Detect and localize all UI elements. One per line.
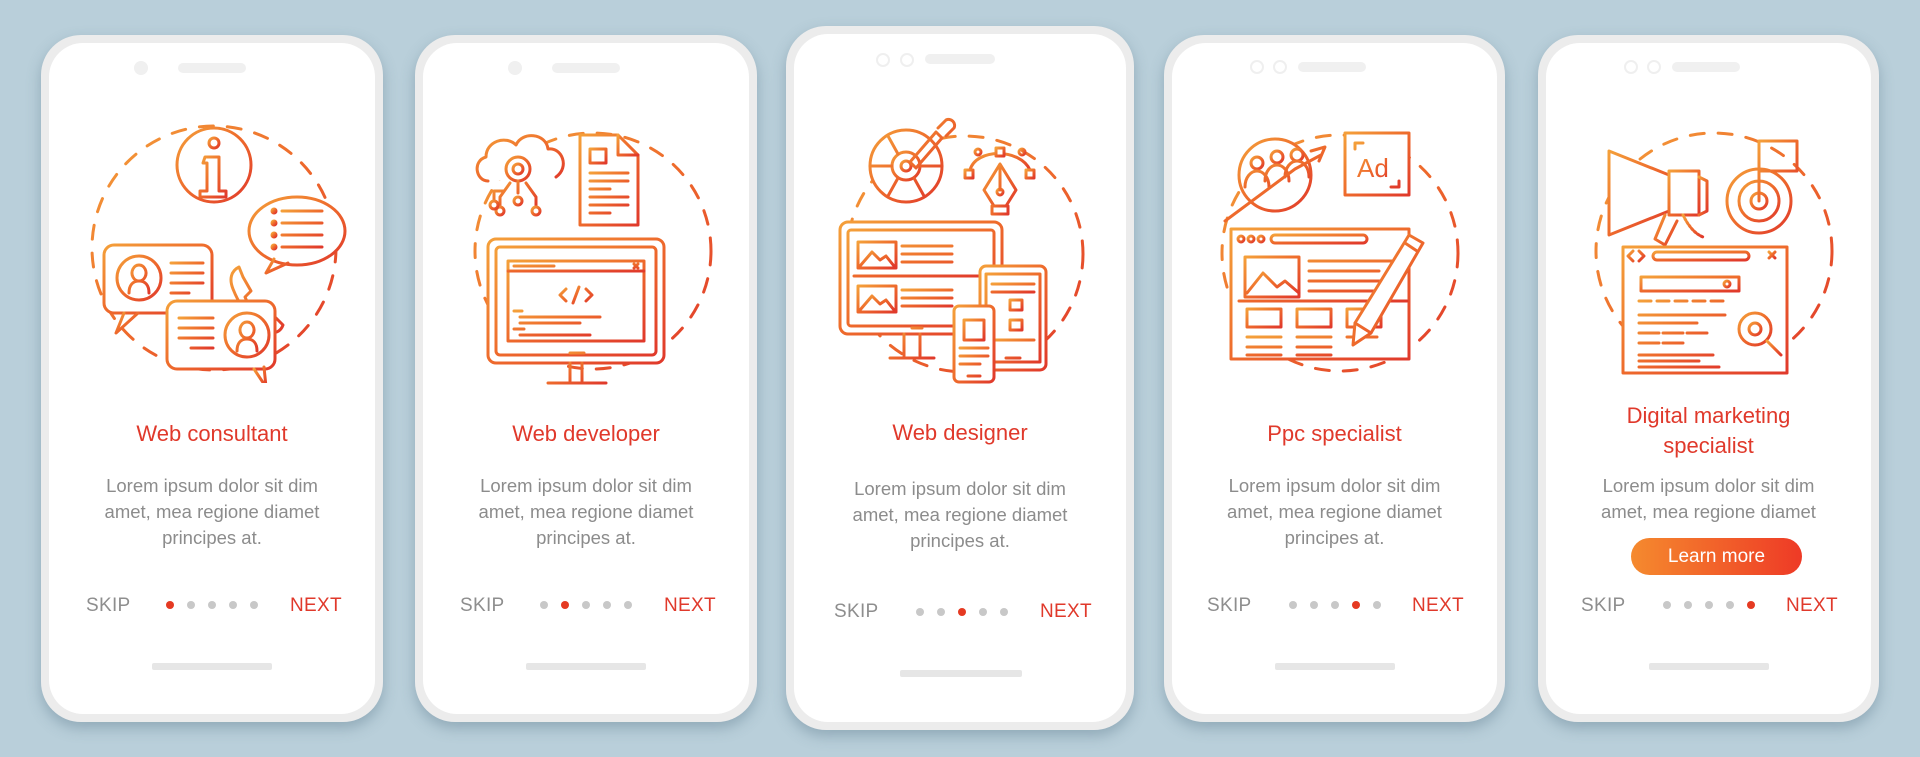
home-indicator[interactable] bbox=[1649, 663, 1769, 670]
pagination-dots bbox=[1289, 601, 1381, 609]
page-dot-5[interactable] bbox=[624, 601, 632, 609]
ppc-specialist-icon: Ad bbox=[1220, 131, 1460, 373]
phone-screen: Web consultant Lorem ipsum dolor sit dim… bbox=[49, 43, 375, 714]
home-indicator[interactable] bbox=[1275, 663, 1395, 670]
onboarding-screen-web-consultant: Web consultant Lorem ipsum dolor sit dim… bbox=[41, 35, 383, 722]
page-dot-1[interactable] bbox=[916, 608, 924, 616]
speaker-grille bbox=[925, 54, 995, 64]
speaker-grille bbox=[1298, 62, 1366, 72]
front-camera bbox=[134, 61, 148, 75]
phone-screen: Digital marketing specialist Lorem ipsum… bbox=[1546, 43, 1871, 714]
front-camera bbox=[508, 61, 522, 75]
next-button[interactable]: NEXT bbox=[1412, 595, 1464, 617]
home-indicator[interactable] bbox=[900, 670, 1022, 677]
front-camera bbox=[1624, 60, 1638, 74]
learn-more-button[interactable]: Learn more bbox=[1631, 538, 1802, 575]
screen-description: Lorem ipsum dolor sit dim amet, mea regi… bbox=[852, 478, 1068, 551]
next-button[interactable]: NEXT bbox=[290, 595, 342, 617]
page-dot-3[interactable] bbox=[1331, 601, 1339, 609]
screen-title: Ppc specialist bbox=[1267, 421, 1402, 446]
screen-description: Lorem ipsum dolor sit dim amet, mea regi… bbox=[478, 475, 694, 548]
screen-title: Digital marketing specialist bbox=[1626, 403, 1791, 458]
page-dot-3[interactable] bbox=[958, 608, 966, 616]
page-dot-5[interactable] bbox=[1000, 608, 1008, 616]
page-dot-5[interactable] bbox=[1747, 601, 1755, 609]
screen-title: Web designer bbox=[892, 420, 1028, 445]
skip-button[interactable]: SKIP bbox=[1581, 595, 1626, 617]
page-dot-3[interactable] bbox=[1705, 601, 1713, 609]
web-designer-icon bbox=[838, 117, 1085, 384]
next-button[interactable]: NEXT bbox=[1786, 595, 1838, 617]
pagination-dots bbox=[1663, 601, 1755, 609]
next-button[interactable]: NEXT bbox=[1040, 601, 1092, 623]
speaker-grille bbox=[178, 63, 246, 73]
page-dot-3[interactable] bbox=[208, 601, 216, 609]
page-dot-4[interactable] bbox=[979, 608, 987, 616]
page-dot-1[interactable] bbox=[1663, 601, 1671, 609]
speaker-grille bbox=[552, 63, 620, 73]
pagination-dots bbox=[540, 601, 632, 609]
phone-screen: Web designer Lorem ipsum dolor sit dim a… bbox=[794, 34, 1126, 722]
page-dot-2[interactable] bbox=[1310, 601, 1318, 609]
skip-button[interactable]: SKIP bbox=[834, 601, 879, 623]
screen-description: Lorem ipsum dolor sit dim amet, mea regi… bbox=[1227, 475, 1442, 548]
phone-screen: Ad Ppc specialist Lorem ipsum dolor sit … bbox=[1172, 43, 1497, 714]
phone-screen: Web developer Lorem ipsum dolor sit dim … bbox=[423, 43, 749, 714]
screen-title: Web developer bbox=[512, 421, 660, 446]
web-developer-icon bbox=[473, 131, 713, 385]
page-dot-5[interactable] bbox=[1373, 601, 1381, 609]
sensor bbox=[1273, 60, 1287, 74]
page-dot-2[interactable] bbox=[1684, 601, 1692, 609]
skip-button[interactable]: SKIP bbox=[1207, 595, 1252, 617]
sensor bbox=[1647, 60, 1661, 74]
page-dot-2[interactable] bbox=[561, 601, 569, 609]
page-dot-4[interactable] bbox=[603, 601, 611, 609]
screen-description: Lorem ipsum dolor sit dim amet, mea regi… bbox=[1601, 475, 1816, 522]
page-dot-2[interactable] bbox=[937, 608, 945, 616]
home-indicator[interactable] bbox=[526, 663, 646, 670]
svg-text:Ad: Ad bbox=[1357, 153, 1389, 183]
screen-description: Lorem ipsum dolor sit dim amet, mea regi… bbox=[104, 475, 320, 548]
page-dot-4[interactable] bbox=[1352, 601, 1360, 609]
speaker-grille bbox=[1672, 62, 1740, 72]
web-consultant-icon bbox=[90, 124, 347, 383]
sensor bbox=[900, 53, 914, 67]
skip-button[interactable]: SKIP bbox=[86, 595, 131, 617]
pagination-dots bbox=[916, 608, 1008, 616]
page-dot-2[interactable] bbox=[187, 601, 195, 609]
page-dot-1[interactable] bbox=[166, 601, 174, 609]
front-camera bbox=[876, 53, 890, 67]
onboarding-screen-web-designer: Web designer Lorem ipsum dolor sit dim a… bbox=[786, 26, 1134, 730]
next-button[interactable]: NEXT bbox=[664, 595, 716, 617]
screen-title: Web consultant bbox=[136, 421, 288, 446]
skip-button[interactable]: SKIP bbox=[460, 595, 505, 617]
front-camera bbox=[1250, 60, 1264, 74]
digital-marketing-icon bbox=[1594, 131, 1834, 375]
onboarding-screen-ppc-specialist: Ad Ppc specialist Lorem ipsum dolor sit … bbox=[1164, 35, 1505, 722]
page-dot-4[interactable] bbox=[1726, 601, 1734, 609]
page-dot-3[interactable] bbox=[582, 601, 590, 609]
page-dot-5[interactable] bbox=[250, 601, 258, 609]
onboarding-screen-digital-marketing: Digital marketing specialist Lorem ipsum… bbox=[1538, 35, 1879, 722]
pagination-dots bbox=[166, 601, 258, 609]
page-dot-1[interactable] bbox=[1289, 601, 1297, 609]
page-dot-4[interactable] bbox=[229, 601, 237, 609]
page-dot-1[interactable] bbox=[540, 601, 548, 609]
home-indicator[interactable] bbox=[152, 663, 272, 670]
onboarding-screen-web-developer: Web developer Lorem ipsum dolor sit dim … bbox=[415, 35, 757, 722]
